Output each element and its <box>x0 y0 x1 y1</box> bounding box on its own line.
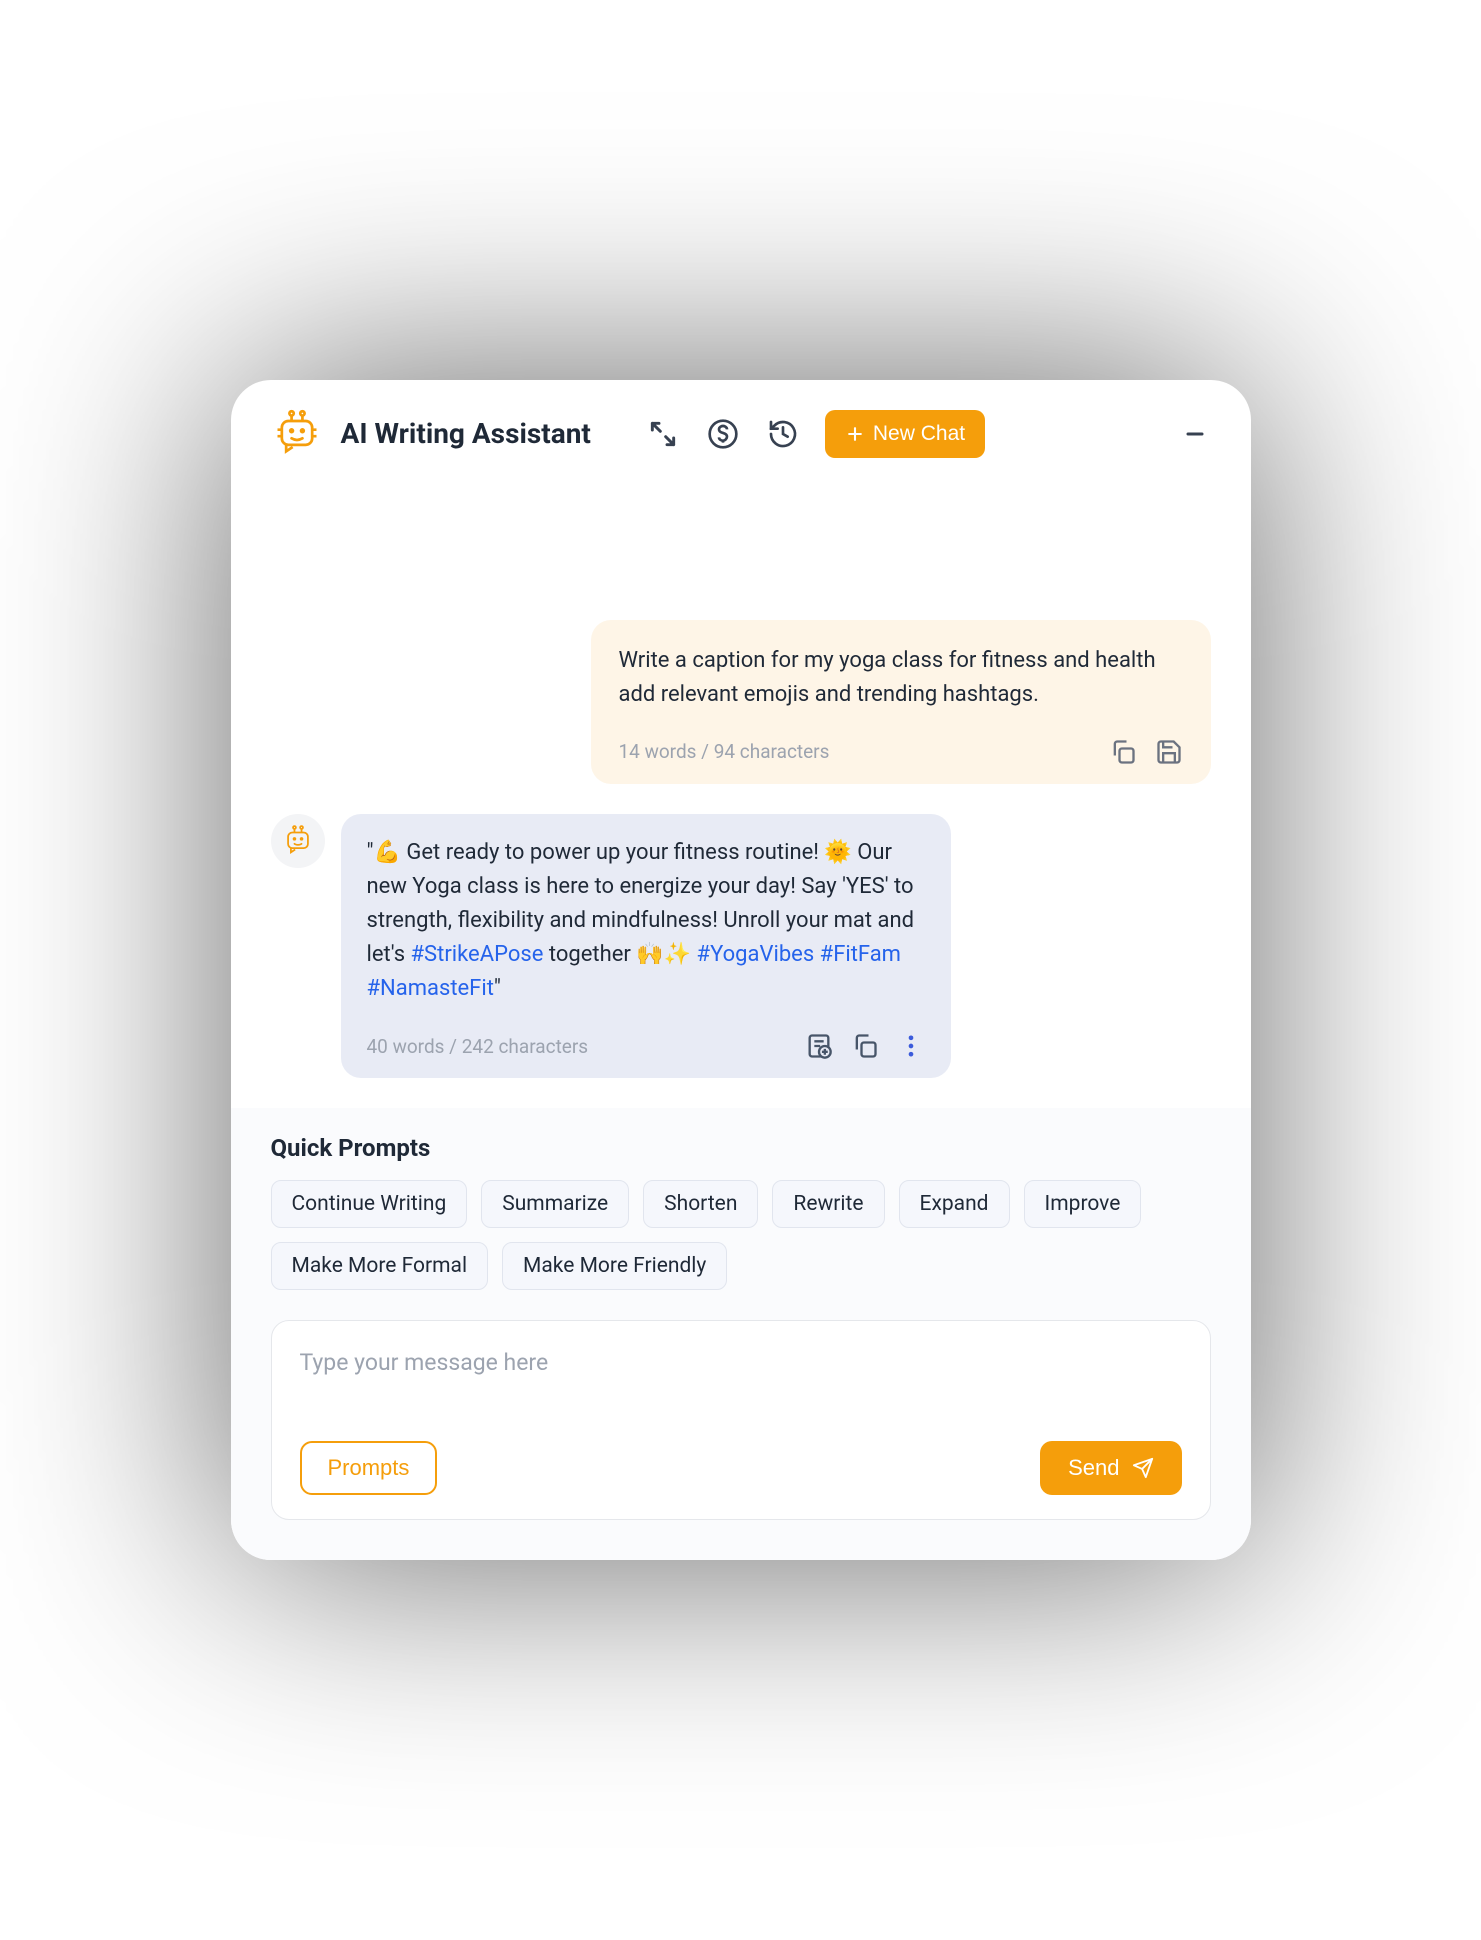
new-chat-button[interactable]: New Chat <box>825 410 985 458</box>
app-title: AI Writing Assistant <box>341 417 591 450</box>
quick-prompts-title: Quick Prompts <box>271 1134 1211 1162</box>
chip-rewrite[interactable]: Rewrite <box>772 1180 884 1228</box>
message-input[interactable]: Type your message here Prompts Send <box>271 1320 1211 1520</box>
copy-icon[interactable] <box>1109 738 1137 766</box>
plus-icon <box>845 424 865 444</box>
ai-message-row: "💪 Get ready to power up your fitness ro… <box>271 814 1211 1078</box>
user-message: Write a caption for my yoga class for fi… <box>591 620 1211 784</box>
minimize-button[interactable] <box>1179 418 1211 450</box>
history-icon[interactable] <box>767 418 799 450</box>
user-word-count: 14 words / 94 characters <box>619 740 830 763</box>
quick-prompt-chips: Continue Writing Summarize Shorten Rewri… <box>271 1180 1211 1290</box>
minus-icon <box>1183 422 1207 446</box>
quick-prompts-section: Quick Prompts Continue Writing Summarize… <box>231 1108 1251 1320</box>
ai-avatar <box>271 814 325 868</box>
ai-message-footer: 40 words / 242 characters <box>367 1032 925 1060</box>
send-button[interactable]: Send <box>1040 1441 1181 1495</box>
chip-summarize[interactable]: Summarize <box>481 1180 629 1228</box>
send-label: Send <box>1068 1455 1119 1481</box>
ai-message: "💪 Get ready to power up your fitness ro… <box>341 814 951 1078</box>
input-placeholder: Type your message here <box>300 1349 1182 1401</box>
input-section: Type your message here Prompts Send <box>231 1320 1251 1560</box>
robot-icon <box>281 824 315 858</box>
chat-card: AI Writing Assistant New Chat <box>231 380 1251 1561</box>
save-icon[interactable] <box>1155 738 1183 766</box>
ai-message-actions <box>805 1032 925 1060</box>
ai-word-count: 40 words / 242 characters <box>367 1035 589 1058</box>
user-message-text: Write a caption for my yoga class for fi… <box>619 644 1183 712</box>
ai-message-text: "💪 Get ready to power up your fitness ro… <box>367 836 925 1006</box>
chip-improve[interactable]: Improve <box>1024 1180 1142 1228</box>
chip-make-more-friendly[interactable]: Make More Friendly <box>502 1242 727 1290</box>
prompts-button[interactable]: Prompts <box>300 1441 438 1495</box>
pricing-icon[interactable] <box>707 418 739 450</box>
new-chat-label: New Chat <box>873 422 965 446</box>
header: AI Writing Assistant New Chat <box>231 380 1251 470</box>
send-icon <box>1132 1457 1154 1479</box>
robot-icon <box>271 408 323 460</box>
expand-icon[interactable] <box>647 418 679 450</box>
header-actions <box>647 418 799 450</box>
user-message-actions <box>1109 738 1183 766</box>
chip-shorten[interactable]: Shorten <box>643 1180 758 1228</box>
more-icon[interactable] <box>897 1032 925 1060</box>
chip-make-more-formal[interactable]: Make More Formal <box>271 1242 489 1290</box>
add-to-editor-icon[interactable] <box>805 1032 833 1060</box>
user-message-footer: 14 words / 94 characters <box>619 738 1183 766</box>
input-actions: Prompts Send <box>300 1441 1182 1495</box>
chat-area: Write a caption for my yoga class for fi… <box>231 470 1251 1109</box>
chip-continue-writing[interactable]: Continue Writing <box>271 1180 468 1228</box>
copy-icon[interactable] <box>851 1032 879 1060</box>
chip-expand[interactable]: Expand <box>899 1180 1010 1228</box>
